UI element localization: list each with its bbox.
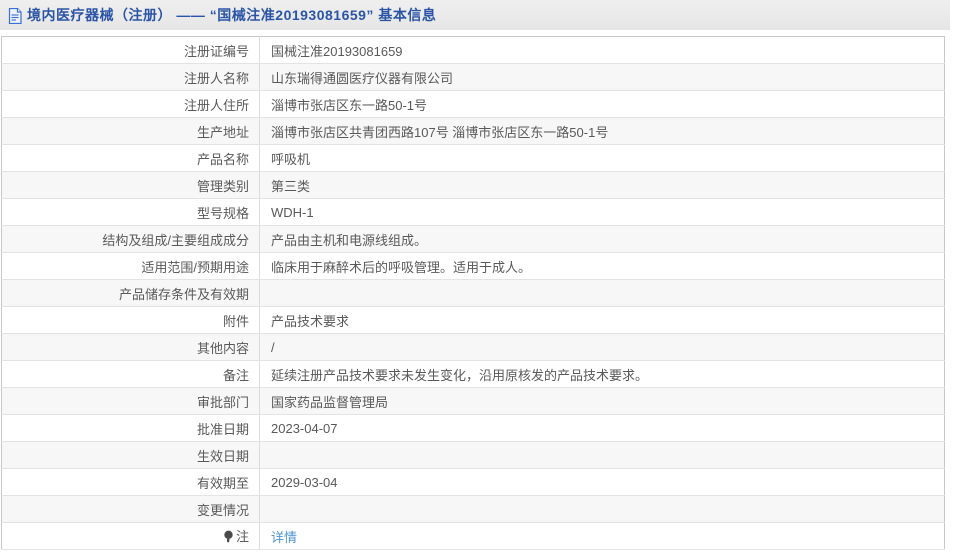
table-row: 注册人名称 山东瑞得通圆医疗仪器有限公司	[1, 63, 945, 91]
row-value: WDH-1	[259, 198, 945, 226]
table-row: 备注 延续注册产品技术要求未发生变化，沿用原核发的产品技术要求。	[1, 360, 945, 388]
row-label: 注册证编号	[1, 36, 260, 64]
row-label: 批准日期	[1, 414, 260, 442]
table-row: 生产地址 淄博市张店区共青团西路107号 淄博市张店区东一路50-1号	[1, 117, 945, 145]
row-value: 淄博市张店区共青团西路107号 淄博市张店区东一路50-1号	[259, 117, 945, 145]
table-row: 产品名称 呼吸机	[1, 144, 945, 172]
row-label: 管理类别	[1, 171, 260, 199]
row-value	[259, 441, 945, 469]
row-label: 产品名称	[1, 144, 260, 172]
row-value: 呼吸机	[259, 144, 945, 172]
info-table-body: 注册证编号 国械注准20193081659 注册人名称 山东瑞得通圆医疗仪器有限公司注…	[1, 36, 945, 550]
table-row: 适用范围/预期用途 临床用于麻醉术后的呼吸管理。适用于成人。	[1, 252, 945, 280]
table-row: 注册人住所 淄博市张店区东一路50-1号	[1, 90, 945, 118]
table-row: 附件 产品技术要求	[1, 306, 945, 334]
row-label: 适用范围/预期用途	[1, 252, 260, 280]
table-row: 批准日期 2023-04-07	[1, 414, 945, 442]
table-row: 注详情	[1, 522, 945, 550]
table-row: 产品储存条件及有效期	[1, 279, 945, 307]
row-label: 生效日期	[1, 441, 260, 469]
registration-info-page: 境内医疗器械（注册） —— “国械注准20193081659” 基本信息 注册证…	[0, 0, 957, 556]
row-value	[259, 495, 945, 523]
row-label: 结构及组成/主要组成成分	[1, 225, 260, 253]
row-value: 2029-03-04	[259, 468, 945, 496]
row-label: 附件	[1, 306, 260, 334]
row-label: 审批部门	[1, 387, 260, 415]
row-value: 国械注准20193081659	[259, 36, 945, 64]
table-row: 型号规格 WDH-1	[1, 198, 945, 226]
row-label: 产品储存条件及有效期	[1, 279, 260, 307]
row-value: 淄博市张店区东一路50-1号	[259, 90, 945, 118]
row-value: 临床用于麻醉术后的呼吸管理。适用于成人。	[259, 252, 945, 280]
table-row: 变更情况	[1, 495, 945, 523]
row-value: 2023-04-07	[259, 414, 945, 442]
table-row: 生效日期	[1, 441, 945, 469]
table-row: 审批部门 国家药品监督管理局	[1, 387, 945, 415]
page-header: 境内医疗器械（注册） —— “国械注准20193081659” 基本信息	[0, 0, 950, 30]
row-label: 有效期至	[1, 468, 260, 496]
details-link[interactable]: 详情	[271, 530, 297, 545]
table-row: 结构及组成/主要组成成分 产品由主机和电源线组成。	[1, 225, 945, 253]
row-label: 生产地址	[1, 117, 260, 145]
table-row: 注册证编号 国械注准20193081659	[1, 36, 945, 64]
row-label: 变更情况	[1, 495, 260, 523]
table-row: 有效期至 2029-03-04	[1, 468, 945, 496]
page-title: 境内医疗器械（注册） —— “国械注准20193081659” 基本信息	[27, 7, 437, 23]
row-value: 第三类	[259, 171, 945, 199]
row-value: 产品由主机和电源线组成。	[259, 225, 945, 253]
row-label: 注册人名称	[1, 63, 260, 91]
document-icon	[8, 7, 22, 24]
row-value: /	[259, 333, 945, 361]
table-row: 管理类别 第三类	[1, 171, 945, 199]
row-value: 详情	[259, 522, 945, 550]
info-table: 注册证编号 国械注准20193081659 注册人名称 山东瑞得通圆医疗仪器有限公司注…	[1, 36, 945, 550]
row-label: 型号规格	[1, 198, 260, 226]
bulb-icon	[223, 530, 234, 546]
row-label: 其他内容	[1, 333, 260, 361]
row-value	[259, 279, 945, 307]
row-label: 备注	[1, 360, 260, 388]
row-label: 注	[1, 522, 260, 550]
row-label: 注册人住所	[1, 90, 260, 118]
table-row: 其他内容 /	[1, 333, 945, 361]
row-value: 产品技术要求	[259, 306, 945, 334]
row-value: 延续注册产品技术要求未发生变化，沿用原核发的产品技术要求。	[259, 360, 945, 388]
row-value: 山东瑞得通圆医疗仪器有限公司	[259, 63, 945, 91]
row-value: 国家药品监督管理局	[259, 387, 945, 415]
